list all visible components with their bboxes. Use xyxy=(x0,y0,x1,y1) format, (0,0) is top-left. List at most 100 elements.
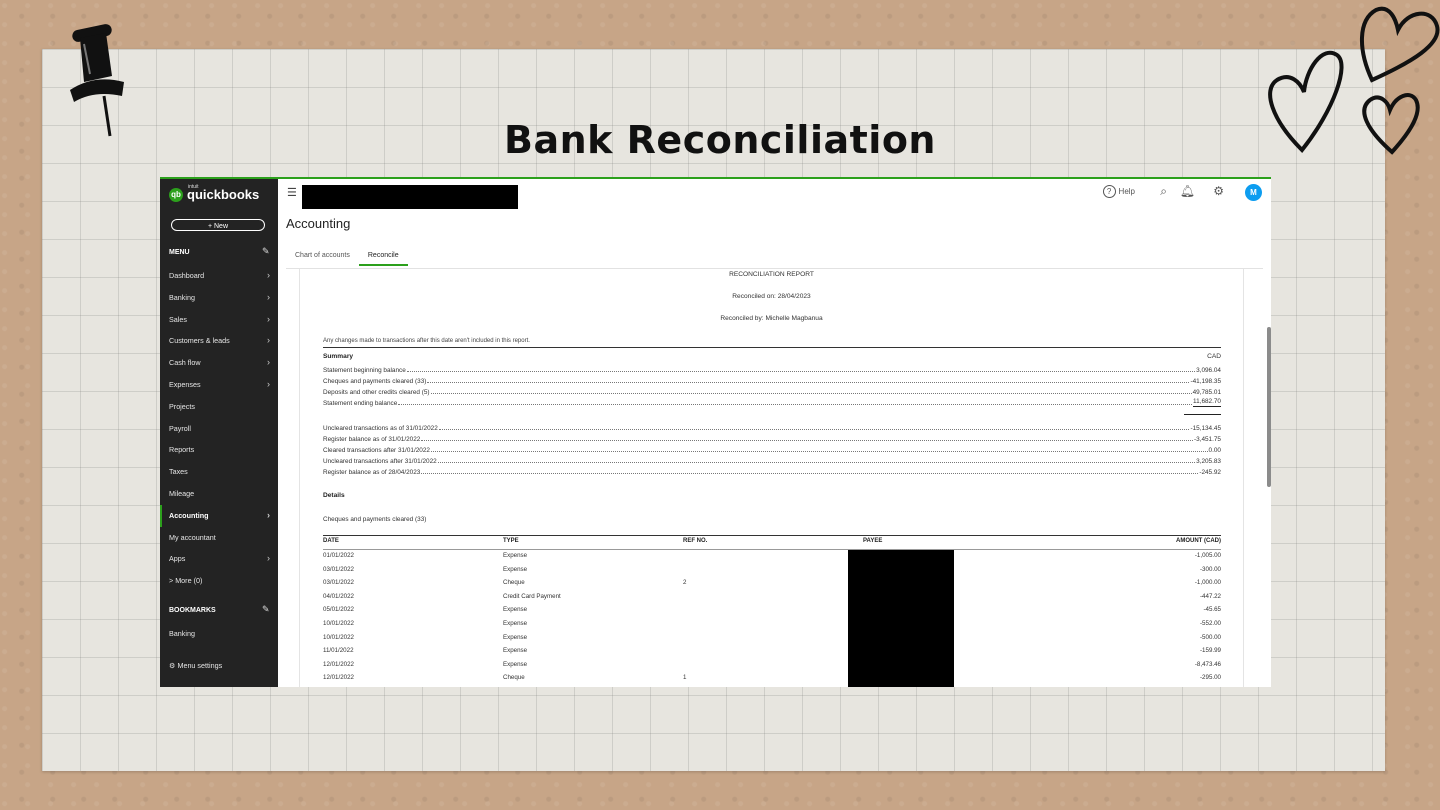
table-row[interactable]: 10/01/2022 Expense -552.00 xyxy=(323,618,1221,632)
search-icon[interactable]: ⌕ xyxy=(1160,184,1167,199)
leader-dots xyxy=(421,473,1199,474)
hamburger-icon[interactable]: ☰ xyxy=(287,186,297,199)
summary-amount: 0.00 xyxy=(1208,447,1221,454)
sidebar-item-mileage[interactable]: Mileage xyxy=(160,483,278,505)
help-button[interactable]: ? Help xyxy=(1102,185,1135,198)
brand[interactable]: qb quickbooks xyxy=(169,187,259,202)
sidebar-item-more-0[interactable]: > More (0) xyxy=(160,570,278,592)
cell-date: 10/01/2022 xyxy=(323,633,354,641)
summary-line: Register balance as of 31/01/2022 -3,451.… xyxy=(323,432,1221,443)
bookmarks-heading: BOOKMARKS xyxy=(169,607,216,614)
table-row[interactable]: 11/01/2022 Expense -159.99 xyxy=(323,645,1221,659)
sidebar-item-label: Mileage xyxy=(169,488,195,498)
menu-heading: MENU xyxy=(169,249,190,256)
tab-chart-of-accounts[interactable]: Chart of accounts xyxy=(286,249,359,266)
cell-date: 05/01/2022 xyxy=(323,606,354,614)
col-date[interactable]: DATE xyxy=(323,538,339,544)
leader-dots xyxy=(427,382,1190,383)
bell-icon[interactable]: 🔔︎ xyxy=(1180,184,1195,198)
leader-dots xyxy=(406,371,1196,372)
sidebar-item-payroll[interactable]: Payroll xyxy=(160,418,278,440)
sidebar-item-label: Apps xyxy=(169,554,186,564)
sidebar-item-customers-leads[interactable]: Customers & leads › xyxy=(160,330,278,352)
sidebar-item-sales[interactable]: Sales › xyxy=(160,309,278,331)
summary-label: Register balance as of 31/01/2022 xyxy=(323,436,421,443)
cell-type: Cheque xyxy=(503,579,525,587)
sidebar-item-banking[interactable]: Banking › xyxy=(160,287,278,309)
summary-line: Cleared transactions after 31/01/2022 0.0… xyxy=(323,443,1221,454)
cell-date: 12/01/2022 xyxy=(323,660,354,668)
help-icon: ? xyxy=(1102,185,1116,198)
quickbooks-window: qb quickbooks intuit + New MENU ✎ Dashbo… xyxy=(160,177,1271,687)
cell-type: Expense xyxy=(503,660,528,668)
sidebar-item-apps[interactable]: Apps › xyxy=(160,548,278,570)
report-note: Any changes made to transactions after t… xyxy=(323,338,530,344)
gear-icon[interactable]: ⚙ xyxy=(1213,184,1224,198)
table-row[interactable]: 01/01/2022 Expense -1,005.00 xyxy=(323,550,1221,564)
table-header: DATE TYPE REF NO. PAYEE AMOUNT (CAD) xyxy=(323,536,1221,549)
leader-dots xyxy=(398,404,1193,405)
col-ref[interactable]: REF NO. xyxy=(683,538,707,544)
summary-line: Uncleared transactions after 31/01/2022 3… xyxy=(323,454,1221,465)
summary-label: Cheques and payments cleared (33) xyxy=(323,378,427,385)
sidebar-item-my-accountant[interactable]: My accountant xyxy=(160,527,278,549)
cell-date: 10/01/2022 xyxy=(323,620,354,627)
sidebar-item-label: Accounting xyxy=(169,510,209,520)
sidebar-nav: Dashboard › Banking › Sales › Customers & lead… xyxy=(160,265,278,592)
menu-settings-link[interactable]: ⚙ Menu settings xyxy=(169,661,222,670)
summary-amount: 11,682.70 xyxy=(1193,398,1221,407)
sidebar: qb quickbooks intuit + New MENU ✎ Dashbo… xyxy=(160,179,278,687)
leader-dots xyxy=(421,440,1193,441)
cell-type: Expense xyxy=(503,633,528,641)
new-button[interactable]: + New xyxy=(171,219,265,231)
sidebar-item-dashboard[interactable]: Dashboard › xyxy=(160,265,278,287)
sidebar-item-reports[interactable]: Reports xyxy=(160,439,278,461)
cell-date: 11/01/2022 xyxy=(323,647,354,655)
leader-dots xyxy=(437,462,1196,463)
cell-amount: -1,005.00 xyxy=(1194,552,1221,559)
col-amount[interactable]: AMOUNT (CAD) xyxy=(1176,538,1221,544)
table-row[interactable]: 04/01/2022 Credit Card Payment -447.22 xyxy=(323,591,1221,605)
summary-amount: -245.92 xyxy=(1199,469,1221,476)
avatar[interactable]: M xyxy=(1245,184,1262,201)
currency-label: CAD xyxy=(1207,353,1221,360)
sidebar-item-projects[interactable]: Projects xyxy=(160,396,278,418)
sidebar-item-cash-flow[interactable]: Cash flow › xyxy=(160,352,278,374)
summary-label: Uncleared transactions as of 31/01/2022 xyxy=(323,425,438,432)
edit-menu-pencil-icon[interactable]: ✎ xyxy=(262,246,270,257)
reconciled-on: Reconciled on: 28/04/2023 xyxy=(732,293,811,300)
sidebar-item-taxes[interactable]: Taxes xyxy=(160,461,278,483)
sidebar-item-expenses[interactable]: Expenses › xyxy=(160,374,278,396)
summary-line: Uncleared transactions as of 31/01/2022 -… xyxy=(323,421,1221,432)
col-payee[interactable]: PAYEE xyxy=(863,538,882,544)
cell-type: Expense xyxy=(503,565,528,573)
table-row[interactable]: 05/01/2022 Expense -45.65 xyxy=(323,604,1221,618)
sidebar-item-label: Cash flow xyxy=(169,358,201,368)
tab-reconcile[interactable]: Reconcile xyxy=(358,249,408,266)
sidebar-item-label: Expenses xyxy=(169,379,201,389)
cell-type: Expense xyxy=(503,552,528,559)
divider xyxy=(323,347,1221,348)
bookmark-item-banking[interactable]: Banking xyxy=(169,629,195,638)
col-type[interactable]: TYPE xyxy=(503,538,519,544)
table-row[interactable]: 12/01/2022 Cheque 1 -295.00 xyxy=(323,672,1221,686)
chevron-right-icon: › xyxy=(267,313,270,324)
cell-amount: -295.00 xyxy=(1200,674,1221,682)
cell-amount: -1,000.00 xyxy=(1194,579,1221,587)
table-row[interactable]: 03/01/2022 Cheque 2 -1,000.00 xyxy=(323,577,1221,591)
scrollbar[interactable] xyxy=(1267,327,1271,487)
summary-label: Statement beginning balance xyxy=(323,367,406,374)
sidebar-item-accounting[interactable]: Accounting › xyxy=(160,504,278,527)
table-row[interactable]: 12/01/2022 Expense -8,473.46 xyxy=(323,659,1221,673)
reconciliation-report: RECONCILIATION REPORT Reconciled on: 28/… xyxy=(299,269,1244,687)
sidebar-item-label: Sales xyxy=(169,314,187,324)
cell-amount: -8,473.46 xyxy=(1194,660,1221,668)
redacted-company-name xyxy=(302,185,518,209)
cell-type: Credit Card Payment xyxy=(503,592,561,600)
edit-bookmarks-pencil-icon[interactable]: ✎ xyxy=(262,604,270,615)
table-row[interactable]: 10/01/2022 Expense -500.00 xyxy=(323,632,1221,646)
chevron-right-icon: › xyxy=(267,291,270,302)
cell-ref: 2 xyxy=(683,579,687,587)
table-row[interactable]: 03/01/2022 Expense -300.00 xyxy=(323,564,1221,578)
summary-line: Statement beginning balance 3,096.04 xyxy=(323,363,1221,374)
